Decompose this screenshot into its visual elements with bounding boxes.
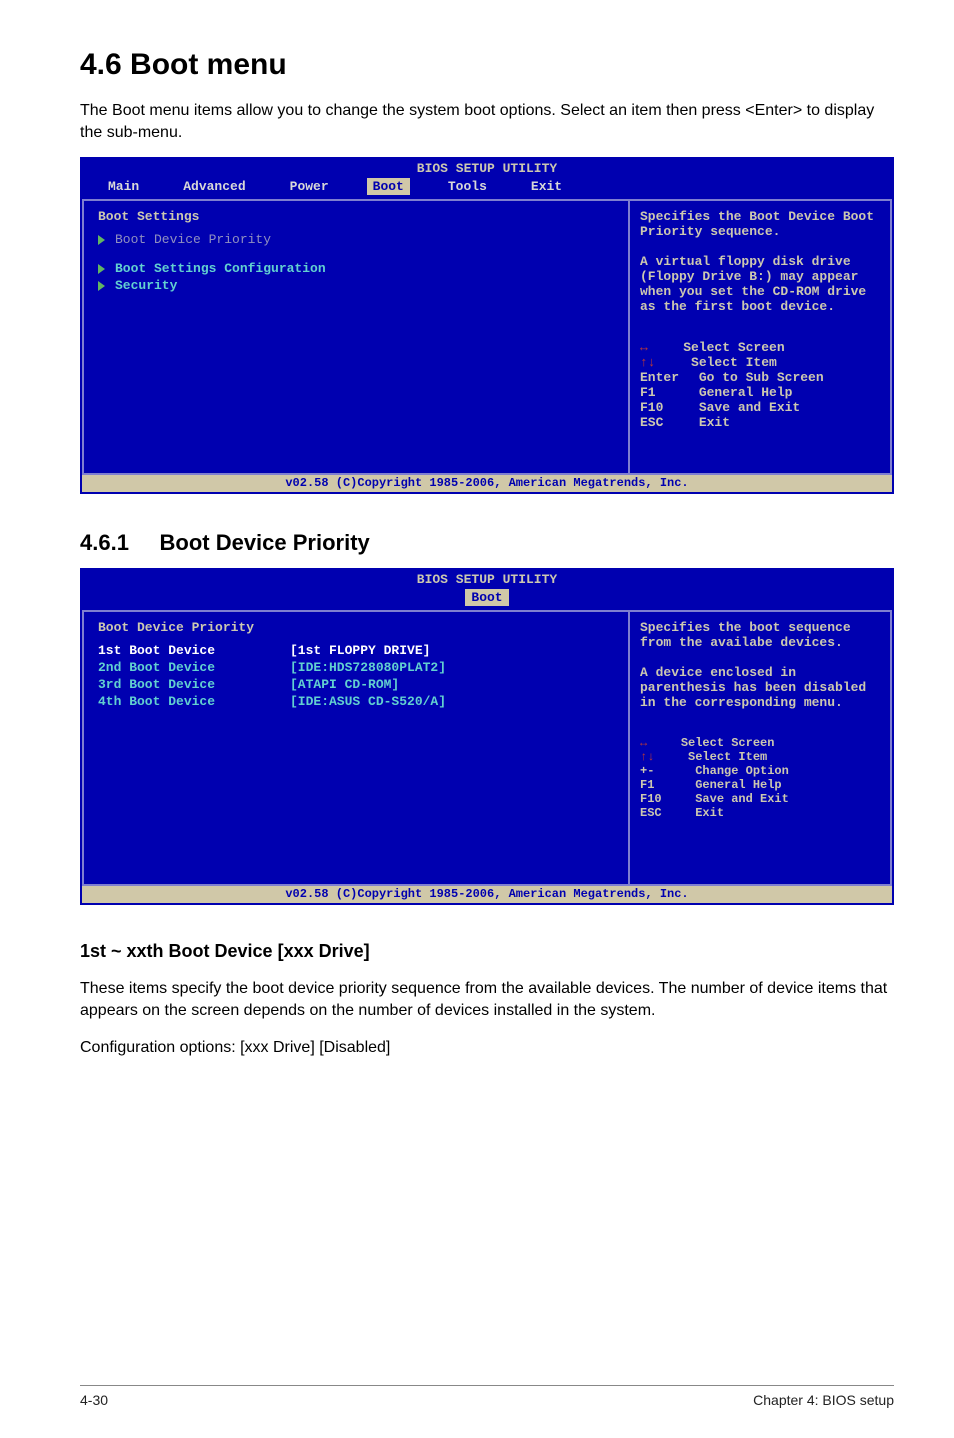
- menu-item-label: Security: [115, 278, 177, 293]
- help-text: Specifies the Boot Device Boot Priority …: [640, 209, 880, 314]
- key-name: Enter: [640, 370, 679, 385]
- key-row: ESC Exit: [640, 415, 880, 430]
- option-description: These items specify the boot device prio…: [80, 978, 894, 1021]
- menu-item-boot-settings-configuration[interactable]: Boot Settings Configuration: [98, 261, 614, 276]
- bios-menubar: Main Advanced Power Boot Tools Exit: [82, 176, 892, 199]
- bios-title: BIOS SETUP UTILITY: [82, 159, 892, 176]
- tab-advanced[interactable]: Advanced: [177, 178, 251, 195]
- arrows-vertical-icon: ↑↓: [640, 750, 654, 764]
- row-value: [IDE:HDS728080PLAT2]: [290, 660, 446, 675]
- menu-item-label: Boot Device Priority: [115, 232, 271, 247]
- page-number: 4-30: [80, 1392, 108, 1408]
- key-row: ↔ Select Screen: [640, 340, 880, 355]
- key-row: +- Change Option: [640, 764, 880, 778]
- bios-footer: v02.58 (C)Copyright 1985-2006, American …: [82, 475, 892, 492]
- key-row: F1 General Help: [640, 385, 880, 400]
- boot-order-row-1[interactable]: 1st Boot Device [1st FLOPPY DRIVE]: [98, 643, 614, 658]
- submenu-icon: [98, 281, 105, 291]
- subsection-heading: 4.6.1 Boot Device Priority: [80, 530, 894, 556]
- key-desc: General Help: [699, 385, 793, 400]
- help-text: Specifies the boot sequence from the ava…: [640, 620, 880, 710]
- tab-main[interactable]: Main: [102, 178, 145, 195]
- key-row: Enter Go to Sub Screen: [640, 370, 880, 385]
- key-name: F1: [640, 385, 656, 400]
- row-label: 4th Boot Device: [98, 694, 278, 709]
- chapter-name: Chapter 4: BIOS setup: [753, 1392, 894, 1408]
- key-name: F10: [640, 792, 662, 806]
- row-value: [ATAPI CD-ROM]: [290, 677, 399, 692]
- key-desc: Select Screen: [683, 340, 784, 355]
- key-desc: Exit: [699, 415, 730, 430]
- key-row: F10 Save and Exit: [640, 792, 880, 806]
- key-desc: Select Item: [691, 355, 777, 370]
- tab-tools[interactable]: Tools: [442, 178, 493, 195]
- subsection-number: 4.6.1: [80, 530, 129, 555]
- row-value: [1st FLOPPY DRIVE]: [290, 643, 430, 658]
- key-name: F10: [640, 400, 663, 415]
- key-desc: General Help: [695, 778, 781, 792]
- bios-left-pane: Boot Settings Boot Device Priority Boot …: [82, 201, 628, 475]
- row-label: 1st Boot Device: [98, 643, 278, 658]
- option-config-line: Configuration options: [xxx Drive] [Disa…: [80, 1037, 894, 1059]
- boot-order-row-2[interactable]: 2nd Boot Device [IDE:HDS728080PLAT2]: [98, 660, 614, 675]
- key-desc: Save and Exit: [699, 400, 800, 415]
- submenu-icon: [98, 235, 105, 245]
- tab-power[interactable]: Power: [284, 178, 335, 195]
- tab-exit[interactable]: Exit: [525, 178, 568, 195]
- bios-title: BIOS SETUP UTILITY: [82, 570, 892, 587]
- boot-order-row-3[interactable]: 3rd Boot Device [ATAPI CD-ROM]: [98, 677, 614, 692]
- pane-heading: Boot Device Priority: [98, 620, 614, 635]
- tab-boot[interactable]: Boot: [465, 589, 508, 606]
- arrows-vertical-icon: ↑↓: [640, 355, 656, 370]
- key-name: +-: [640, 764, 654, 778]
- row-label: 3rd Boot Device: [98, 677, 278, 692]
- key-name: F1: [640, 778, 654, 792]
- bios-left-pane: Boot Device Priority 1st Boot Device [1s…: [82, 612, 628, 886]
- boot-order-row-4[interactable]: 4th Boot Device [IDE:ASUS CD-S520/A]: [98, 694, 614, 709]
- row-value: [IDE:ASUS CD-S520/A]: [290, 694, 446, 709]
- key-row: F10 Save and Exit: [640, 400, 880, 415]
- key-desc: Save and Exit: [695, 792, 789, 806]
- row-label: 2nd Boot Device: [98, 660, 278, 675]
- bios-footer: v02.58 (C)Copyright 1985-2006, American …: [82, 886, 892, 903]
- arrows-horizontal-icon: ↔: [640, 736, 647, 750]
- key-row: ↑↓ Select Item: [640, 355, 880, 370]
- key-row: F1 General Help: [640, 778, 880, 792]
- submenu-icon: [98, 264, 105, 274]
- bios-screen-boot-device-priority: BIOS SETUP UTILITY Boot Boot Device Prio…: [80, 568, 894, 905]
- key-desc: Go to Sub Screen: [699, 370, 824, 385]
- key-desc: Exit: [695, 806, 724, 820]
- key-desc: Select Screen: [681, 736, 775, 750]
- menu-item-security[interactable]: Security: [98, 278, 614, 293]
- bios-menubar: Boot: [82, 587, 892, 610]
- key-row: ↔ Select Screen: [640, 736, 880, 750]
- menu-item-boot-device-priority[interactable]: Boot Device Priority: [98, 232, 614, 247]
- section-heading: 4.6 Boot menu: [80, 48, 894, 82]
- key-name: ESC: [640, 415, 663, 430]
- option-heading: 1st ~ xxth Boot Device [xxx Drive]: [80, 941, 894, 962]
- bios-help-pane: Specifies the Boot Device Boot Priority …: [628, 201, 892, 475]
- key-name: ESC: [640, 806, 662, 820]
- menu-item-label: Boot Settings Configuration: [115, 261, 326, 276]
- key-help-block: ↔ Select Screen ↑↓ Select Item +- Change…: [640, 736, 880, 820]
- key-help-block: ↔ Select Screen ↑↓ Select Item Enter Go …: [640, 340, 880, 430]
- key-desc: Select Item: [688, 750, 767, 764]
- pane-heading: Boot Settings: [98, 209, 614, 224]
- tab-boot[interactable]: Boot: [367, 178, 410, 195]
- bios-screen-boot-settings: BIOS SETUP UTILITY Main Advanced Power B…: [80, 157, 894, 494]
- key-desc: Change Option: [695, 764, 789, 778]
- key-row: ESC Exit: [640, 806, 880, 820]
- key-row: ↑↓ Select Item: [640, 750, 880, 764]
- section-intro: The Boot menu items allow you to change …: [80, 100, 894, 143]
- page-footer: 4-30 Chapter 4: BIOS setup: [80, 1385, 894, 1408]
- arrows-horizontal-icon: ↔: [640, 340, 648, 355]
- subsection-title: Boot Device Priority: [160, 530, 370, 555]
- bios-help-pane: Specifies the boot sequence from the ava…: [628, 612, 892, 886]
